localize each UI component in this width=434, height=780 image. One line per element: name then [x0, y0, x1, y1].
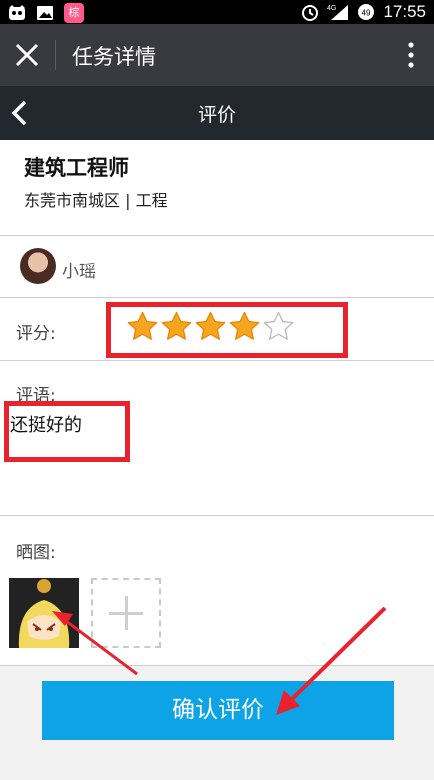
username: 小瑶 — [62, 262, 96, 282]
nav-title: 评价 — [197, 104, 236, 126]
clock: 17:55 — [383, 2, 426, 21]
confirm-review-button[interactable]: 确认评价 — [42, 681, 394, 740]
avatar — [20, 248, 56, 284]
annotation-box-comment — [4, 401, 130, 462]
nav-bar: 评价 — [0, 86, 434, 140]
image-notification-icon — [37, 6, 53, 20]
photos-label: 晒图: — [16, 543, 56, 563]
add-photo-button[interactable] — [91, 578, 161, 648]
divider — [0, 665, 434, 666]
anime-character-image — [9, 578, 79, 648]
task-title: 建筑工程师 — [24, 156, 129, 180]
alarm-icon — [302, 5, 319, 21]
uploaded-photo[interactable] — [9, 578, 79, 648]
task-meta: 东莞市南城区 | 工程 — [24, 191, 168, 210]
status-bar: 棕 4G 49 17:55 — [0, 0, 434, 24]
app-notification-icon: 棕 — [64, 3, 84, 23]
close-icon[interactable] — [14, 42, 40, 68]
webview-header: 任务详情 — [0, 24, 434, 86]
network-type: 4G — [327, 5, 336, 12]
battery-level: 49 — [362, 9, 371, 18]
header-divider — [55, 40, 56, 70]
page-title: 任务详情 — [72, 45, 156, 69]
battery-icon: 49 — [358, 4, 375, 20]
rating-label: 评分: — [16, 324, 56, 344]
signal-icon: 4G — [327, 5, 349, 20]
cat-notification-icon — [9, 5, 25, 20]
annotation-box-rating — [106, 302, 348, 358]
more-options-icon[interactable] — [408, 42, 414, 68]
